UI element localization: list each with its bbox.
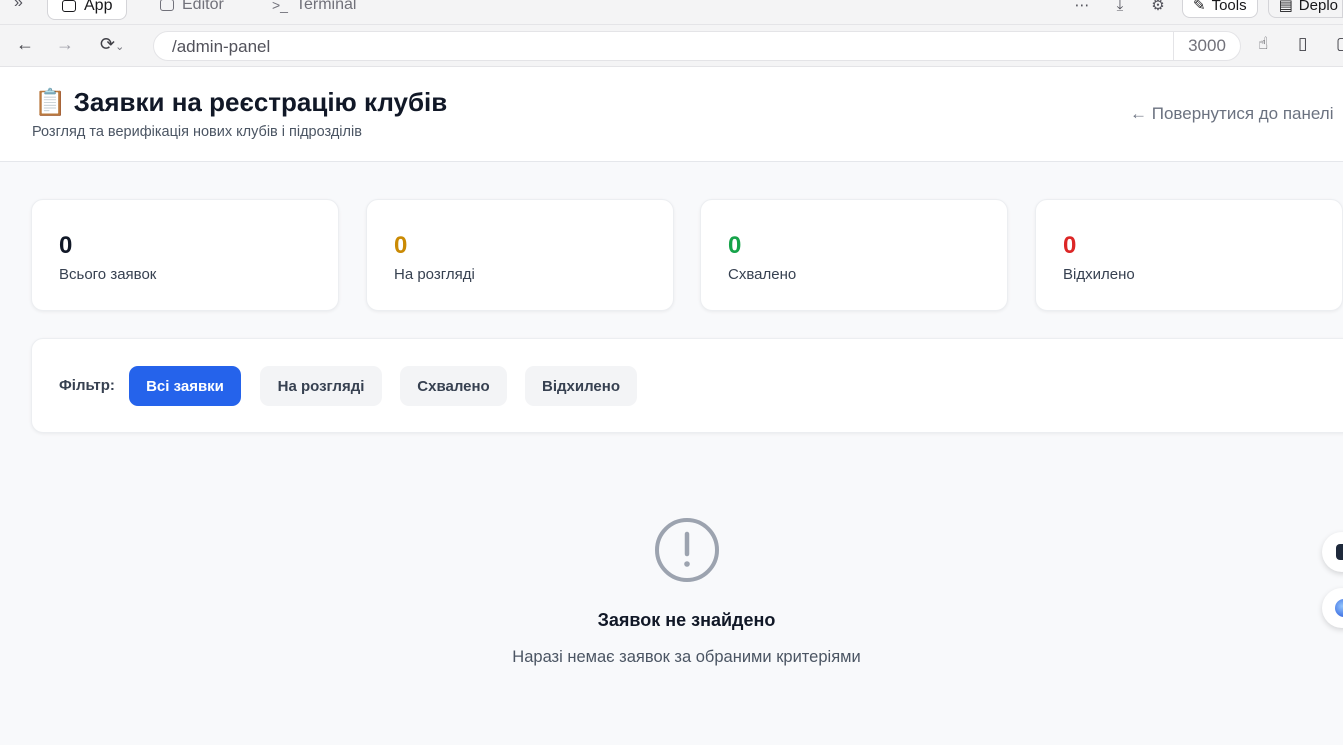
stat-card-approved: 0 Схвалено [700,199,1008,311]
filter-rejected-button[interactable]: Відхилено [525,366,637,406]
deploy-button[interactable]: ▤ Deplo [1267,0,1343,18]
terminal-icon: >_ [272,0,288,13]
stat-label: На розгляді [394,266,475,283]
stat-label: Схвалено [728,266,797,283]
stat-value: 0 [394,232,408,259]
reload-icon[interactable]: ⟳⌄ [100,34,124,55]
stat-card-total: 0 Всього заявок [31,199,339,311]
window-icon [62,0,76,12]
tools-icon: ✎ [1193,0,1206,14]
filter-approved-button[interactable]: Схвалено [400,366,507,406]
filter-all-button[interactable]: Всі заявки [129,366,241,406]
ide-actions: ⋯ ⤓ ⚙ ✎ Tools ▤ Deplo [1068,0,1343,18]
stat-value: 0 [1063,232,1077,259]
device-icon[interactable]: ▯ [1298,34,1307,54]
filter-pending-button[interactable]: На розгляді [260,366,382,406]
tab-app[interactable]: App [47,0,128,20]
forward-arrow-icon[interactable]: → [56,34,74,55]
deploy-label: Deplo [1298,0,1338,14]
tools-button[interactable]: ✎ Tools [1182,0,1258,18]
stat-card-rejected: 0 Відхилено [1035,199,1343,311]
page-subtitle: Розгляд та верифікація нових клубів і пі… [32,124,362,140]
page-header: 📋 Заявки на реєстрацію клубів Розгляд та… [0,67,1343,162]
url-text: /admin-panel [172,37,271,56]
gear-icon[interactable]: ⚙ [1144,0,1172,14]
empty-state-title: Заявок не знайдено [597,610,776,630]
page-title-text: Заявки на реєстрацію клубів [73,87,448,117]
floating-chat-button[interactable] [1322,532,1343,572]
filter-panel: Фільтр: Всі заявки На розгляді Схвалено … [31,338,1343,433]
back-arrow-icon[interactable]: ← [16,34,34,55]
tab-label: App [84,0,113,14]
address-bar: ← → ⟳⌄ /admin-panel 3000 ☝ ▯ ▢ [0,25,1343,67]
chat-icon [1336,544,1343,560]
url-input[interactable]: /admin-panel 3000 [153,31,1241,61]
page-title: 📋 Заявки на реєстрацію клубів [34,87,447,118]
stat-value: 0 [728,232,742,259]
filter-label: Фільтр: [59,377,115,394]
expand-sidebar-icon[interactable]: » [14,0,23,12]
deploy-icon: ▤ [1278,0,1293,14]
pointer-hand-icon[interactable]: ☝ [1258,34,1268,54]
file-icon [160,0,174,11]
tab-terminal[interactable]: >_ Terminal [272,0,356,18]
port-field[interactable]: 3000 [1173,32,1240,60]
tab-label: Terminal [295,0,357,13]
clipboard-icon: 📋 [34,87,67,117]
stat-card-pending: 0 На розгляді [366,199,674,311]
alert-circle-icon [655,518,719,582]
empty-state-subtitle: Наразі немає заявок за обраними критерія… [512,648,861,666]
tab-label: Editor [182,0,224,13]
back-to-panel-link[interactable]: ← Повернутися до панелі [1130,104,1333,124]
stat-label: Відхилено [1063,266,1135,283]
download-icon[interactable]: ⤓ [1106,0,1134,14]
stat-value: 0 [59,232,73,259]
ide-tab-strip: » App Editor >_ Terminal ⋯ ⤓ ⚙ ✎ Tools ▤… [0,0,1343,25]
tools-label: Tools [1211,0,1247,14]
stat-label: Всього заявок [59,266,157,283]
globe-icon [1335,599,1343,617]
tab-editor[interactable]: Editor [160,0,224,18]
external-icon[interactable]: ▢ [1336,34,1343,54]
more-icon[interactable]: ⋯ [1068,0,1096,14]
